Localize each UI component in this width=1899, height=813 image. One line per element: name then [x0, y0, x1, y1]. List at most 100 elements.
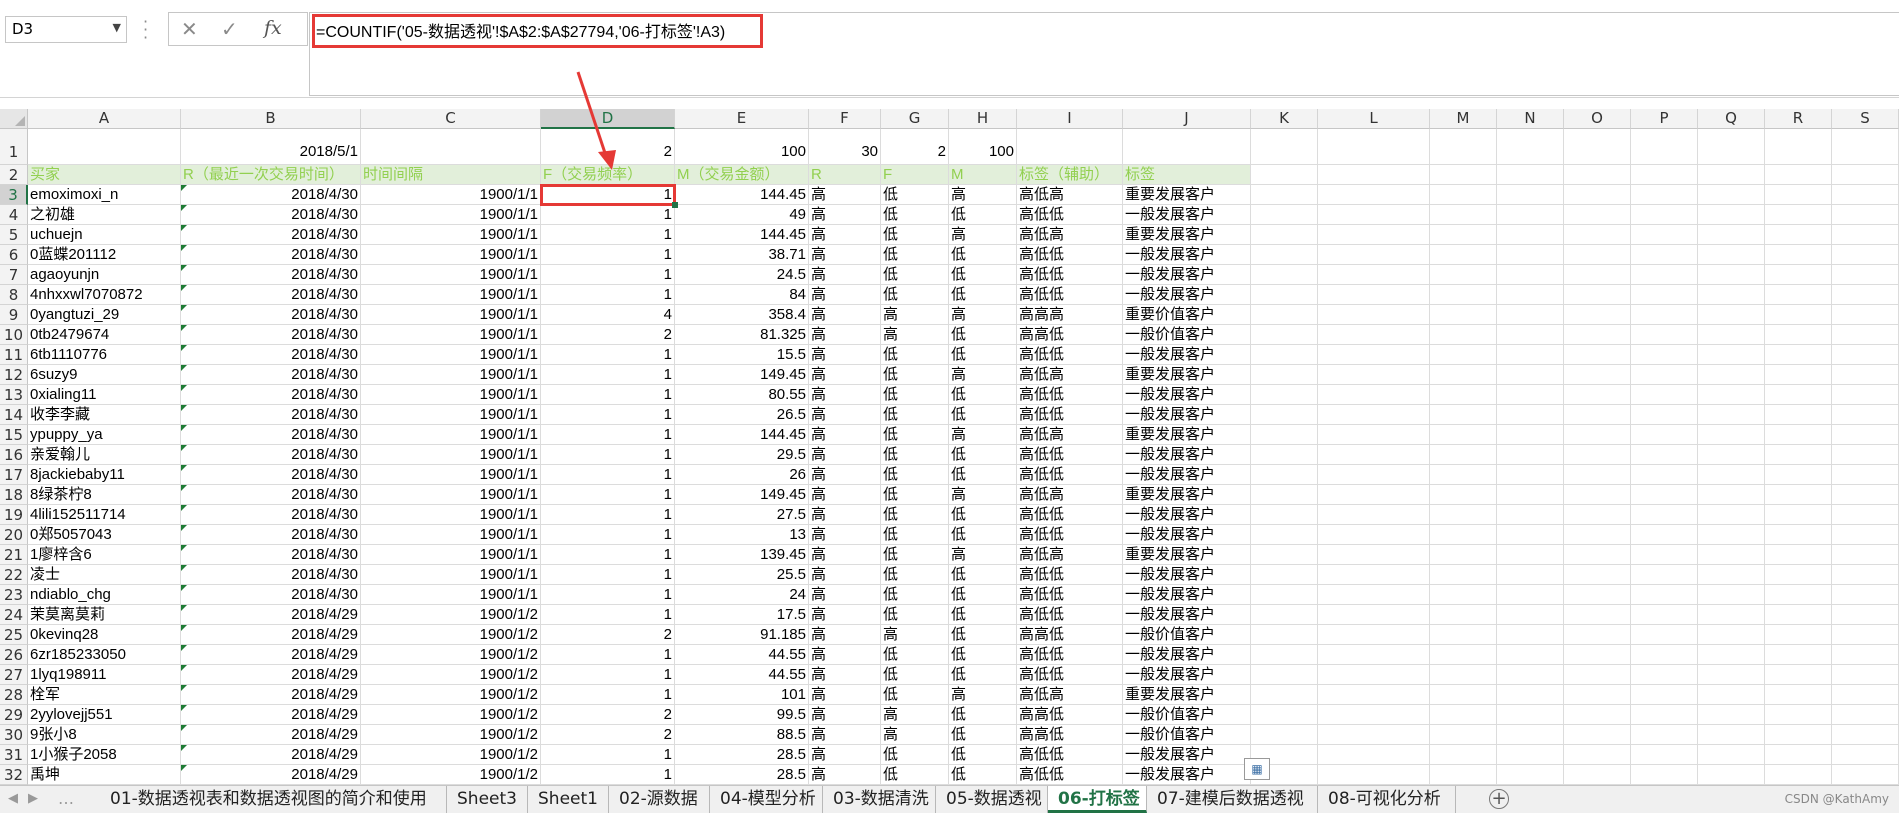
column-header[interactable]: J [1123, 109, 1251, 129]
cell[interactable]: 2018/4/30 [181, 385, 361, 405]
cell[interactable]: 低 [949, 505, 1017, 525]
scroll-left-icon[interactable]: ◀ [8, 791, 18, 806]
cell[interactable]: 重要发展客户 [1123, 365, 1251, 385]
cell[interactable]: 高高低 [1017, 625, 1123, 645]
cell[interactable]: 高 [809, 445, 881, 465]
cell[interactable] [1564, 185, 1631, 205]
cell[interactable] [1318, 205, 1430, 225]
row-header[interactable]: 8 [0, 285, 28, 305]
cell[interactable] [361, 129, 541, 165]
row-header[interactable]: 16 [0, 445, 28, 465]
cell[interactable]: 高低低 [1017, 765, 1123, 785]
cell[interactable]: 38.71 [675, 245, 809, 265]
cell[interactable] [1765, 405, 1832, 425]
cell[interactable] [1698, 465, 1765, 485]
cell[interactable] [1564, 605, 1631, 625]
more-tabs-icon[interactable]: … [58, 789, 74, 808]
column-header[interactable]: A [28, 109, 181, 129]
cell[interactable] [1430, 725, 1497, 745]
cell[interactable] [1698, 205, 1765, 225]
scroll-right-icon[interactable]: ▶ [28, 791, 38, 806]
cell[interactable] [1251, 345, 1318, 365]
cell[interactable]: 一般发展客户 [1123, 205, 1251, 225]
cell[interactable] [1430, 605, 1497, 625]
cell[interactable]: 一般价值客户 [1123, 625, 1251, 645]
cell[interactable] [1631, 565, 1698, 585]
cell[interactable]: 2018/4/30 [181, 465, 361, 485]
row-header[interactable]: 5 [0, 225, 28, 245]
cell[interactable]: 低 [881, 665, 949, 685]
cell[interactable]: 2018/4/29 [181, 665, 361, 685]
cell[interactable]: agaoyunjn [28, 265, 181, 285]
cell[interactable]: 低 [881, 485, 949, 505]
cell[interactable]: 2018/4/29 [181, 605, 361, 625]
cell[interactable] [1564, 525, 1631, 545]
cell[interactable]: 低 [949, 665, 1017, 685]
row-header[interactable]: 20 [0, 525, 28, 545]
cell[interactable] [1765, 525, 1832, 545]
cell[interactable] [1631, 745, 1698, 765]
cell[interactable]: 一般发展客户 [1123, 525, 1251, 545]
cell[interactable] [1497, 245, 1564, 265]
cell[interactable] [1765, 605, 1832, 625]
cell[interactable]: 1900/1/1 [361, 545, 541, 565]
cell[interactable] [1765, 725, 1832, 745]
column-header[interactable]: S [1832, 109, 1899, 129]
cell[interactable]: 2yylovejj551 [28, 705, 181, 725]
cell[interactable] [1698, 365, 1765, 385]
cell[interactable] [1564, 645, 1631, 665]
cell[interactable] [1251, 725, 1318, 745]
cell[interactable]: uchuejn [28, 225, 181, 245]
cell[interactable] [1698, 645, 1765, 665]
cell[interactable]: 88.5 [675, 725, 809, 745]
cell[interactable] [1631, 285, 1698, 305]
cell[interactable]: 1900/1/1 [361, 345, 541, 365]
cell[interactable]: 一般发展客户 [1123, 765, 1251, 785]
cell[interactable]: 高 [809, 345, 881, 365]
cell[interactable] [1765, 365, 1832, 385]
cell[interactable] [1698, 265, 1765, 285]
cell[interactable] [1631, 545, 1698, 565]
cell[interactable]: 1900/1/2 [361, 745, 541, 765]
cell[interactable]: 高 [809, 685, 881, 705]
cell[interactable] [1631, 525, 1698, 545]
row-header[interactable]: 28 [0, 685, 28, 705]
column-header[interactable]: F [809, 109, 881, 129]
cell[interactable]: 1900/1/1 [361, 325, 541, 345]
cell[interactable] [1251, 405, 1318, 425]
cell[interactable] [1631, 665, 1698, 685]
cell[interactable]: 1 [541, 665, 675, 685]
cell[interactable] [1497, 585, 1564, 605]
cell[interactable]: 2018/4/29 [181, 745, 361, 765]
name-box[interactable]: D3 ▼ [5, 16, 127, 43]
cell[interactable] [1251, 565, 1318, 585]
cell[interactable] [1318, 305, 1430, 325]
cell[interactable]: 低 [949, 465, 1017, 485]
cell[interactable]: 0郑5057043 [28, 525, 181, 545]
cell[interactable]: 1900/1/1 [361, 585, 541, 605]
cell[interactable]: 低 [881, 245, 949, 265]
cell[interactable] [1698, 305, 1765, 325]
column-header[interactable]: E [675, 109, 809, 129]
cell[interactable]: 亲爱翰儿 [28, 445, 181, 465]
cell[interactable] [1765, 425, 1832, 445]
sheet-tab[interactable]: Sheet3 [447, 786, 528, 813]
cell[interactable] [1631, 725, 1698, 745]
cell[interactable] [1631, 345, 1698, 365]
column-header[interactable]: B [181, 109, 361, 129]
cell[interactable] [1564, 129, 1631, 165]
cell[interactable]: 一般发展客户 [1123, 665, 1251, 685]
cell[interactable] [1251, 585, 1318, 605]
cell[interactable] [1698, 385, 1765, 405]
cell[interactable]: 低 [949, 385, 1017, 405]
cell[interactable]: 重要发展客户 [1123, 545, 1251, 565]
cell[interactable]: 1 [541, 605, 675, 625]
cell[interactable]: 低 [949, 285, 1017, 305]
cell[interactable]: 低 [881, 185, 949, 205]
row-header[interactable]: 17 [0, 465, 28, 485]
cell[interactable] [1318, 385, 1430, 405]
cell[interactable]: 低 [881, 565, 949, 585]
cell[interactable] [1430, 245, 1497, 265]
row-header[interactable]: 4 [0, 205, 28, 225]
cell[interactable]: 低 [881, 205, 949, 225]
